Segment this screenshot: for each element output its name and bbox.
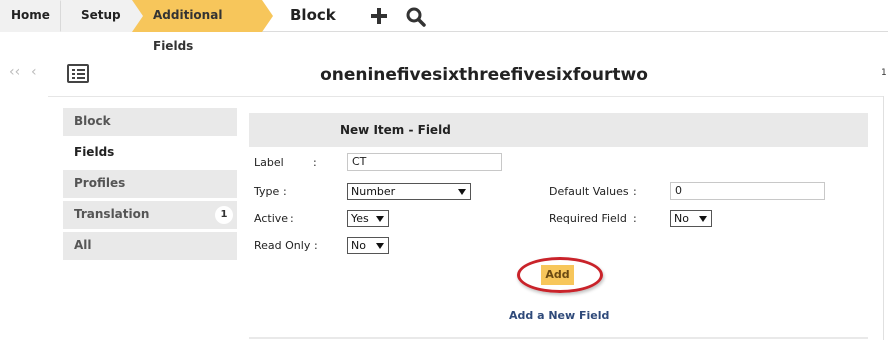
plus-icon[interactable] [370, 7, 388, 25]
read-only-field-label: Read Only [254, 239, 311, 252]
active-field-label: Active [254, 212, 289, 225]
content-divider [48, 96, 884, 97]
add-new-field-link[interactable]: Add a New Field [509, 309, 609, 322]
type-colon: : [283, 185, 287, 198]
type-field-label: Type [254, 185, 280, 198]
menu-item-all[interactable]: All [63, 232, 237, 260]
required-select[interactable]: No [670, 210, 712, 227]
required-colon: : [633, 212, 637, 225]
form-title: New Item - Field [340, 123, 451, 137]
menu-item-translation[interactable]: Translation 1 [63, 201, 237, 229]
breadcrumb-additional-fields[interactable]: Additional Fields [132, 0, 262, 53]
menu-item-label: Translation [74, 207, 150, 221]
read-only-select-value: No [351, 239, 366, 252]
label-field-label: Label [254, 156, 284, 169]
menu-item-label: Fields [74, 145, 115, 159]
label-colon: : [313, 156, 317, 169]
active-select[interactable]: Yes [347, 210, 389, 227]
default-values-label: Default Values [549, 185, 629, 198]
breadcrumb-current: Block [290, 6, 336, 24]
menu-item-profiles[interactable]: Profiles [63, 170, 237, 198]
required-select-value: No [674, 212, 689, 225]
type-select[interactable]: Number [347, 183, 471, 200]
breadcrumb-arrow [61, 0, 72, 32]
label-input[interactable]: CT [347, 153, 502, 171]
highlight-circle [517, 257, 603, 293]
read-only-select[interactable]: No [347, 237, 389, 254]
menu-item-label: Profiles [74, 176, 126, 190]
form-bottom-border [249, 337, 868, 339]
menu-item-fields[interactable]: Fields [63, 139, 237, 167]
search-icon[interactable] [405, 6, 427, 28]
right-indicator: 1 [881, 68, 887, 78]
side-menu: Block Fields Profiles Translation 1 All [63, 108, 237, 263]
record-title: oneninefivesixthreefivesixfourtwo [320, 65, 648, 85]
default-values-input[interactable]: 0 [670, 182, 825, 200]
breadcrumb-home[interactable]: Home [0, 0, 60, 32]
chevron-down-icon [376, 216, 384, 222]
required-field-label: Required Field [549, 212, 627, 225]
chevron-down-icon [458, 189, 466, 195]
chevron-down-icon [699, 216, 707, 222]
chevron-down-icon [376, 243, 384, 249]
type-select-value: Number [351, 185, 396, 198]
menu-item-label: Block [74, 114, 111, 128]
default-values-colon: : [633, 185, 637, 198]
read-only-colon: : [314, 239, 318, 252]
breadcrumb-arrow [132, 0, 143, 32]
active-select-value: Yes [351, 212, 369, 225]
top-breadcrumb-bar: Home Setup Additional Fields Block [0, 0, 888, 53]
menu-item-block[interactable]: Block [63, 108, 237, 136]
content-right-border [883, 96, 884, 340]
menu-item-label: All [74, 238, 92, 252]
active-colon: : [290, 212, 294, 225]
count-badge: 1 [215, 206, 233, 224]
breadcrumb-arrow-active [262, 0, 273, 32]
